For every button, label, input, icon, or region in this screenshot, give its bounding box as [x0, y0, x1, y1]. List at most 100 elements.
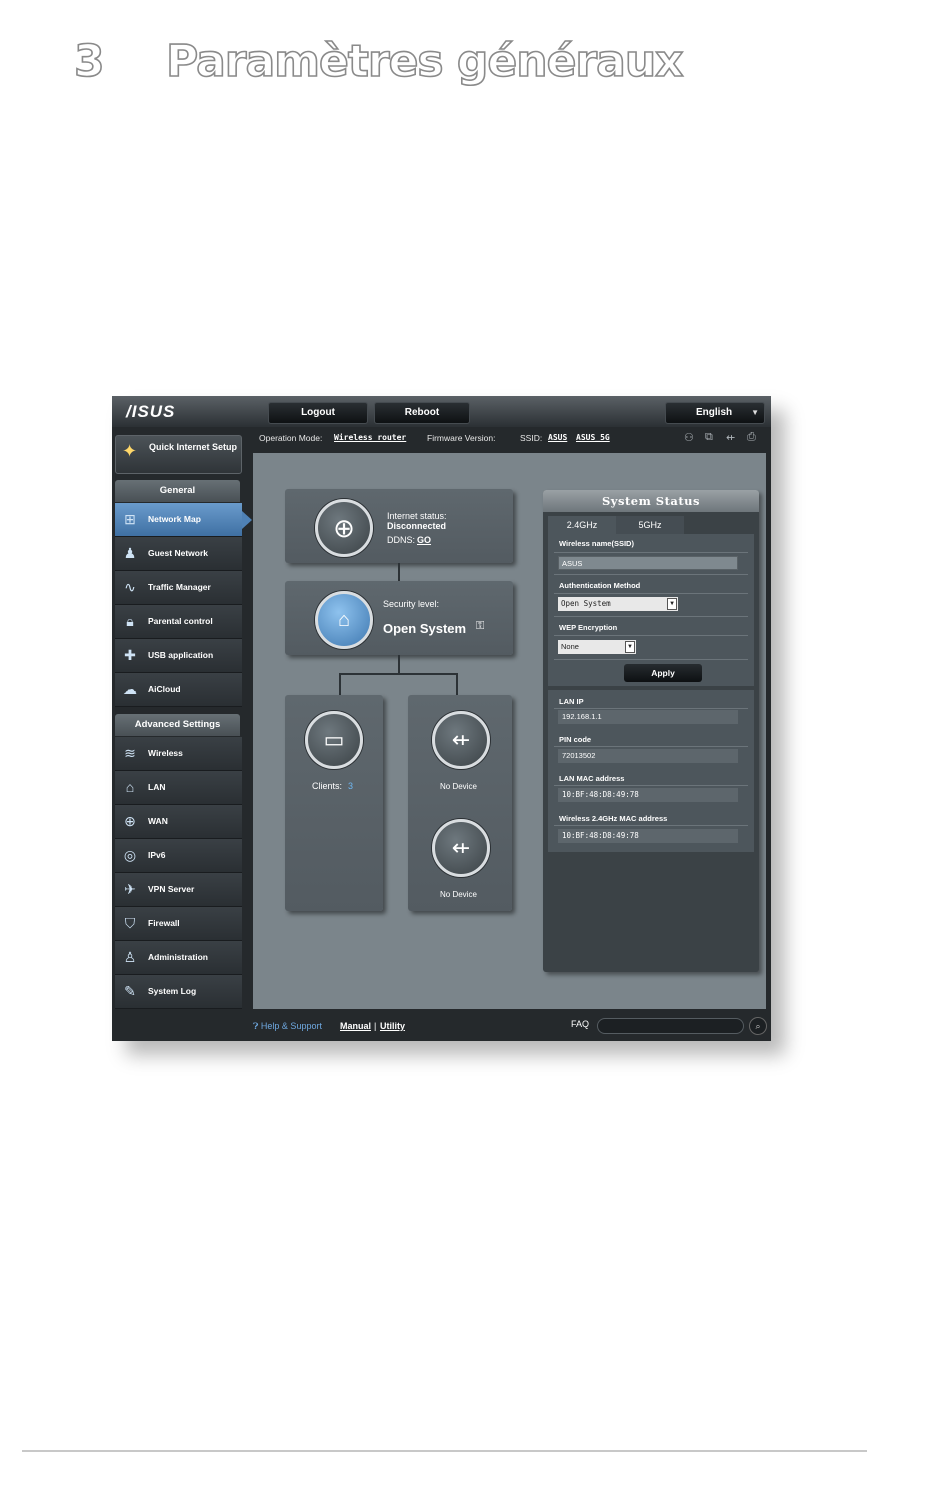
- search-icon[interactable]: ⌕: [749, 1017, 767, 1035]
- general-header: General: [115, 480, 240, 502]
- divider: [554, 635, 748, 636]
- wep-encryption-select[interactable]: None ▼: [558, 640, 636, 654]
- connector-line: [339, 673, 341, 695]
- globe-icon: ⊕: [315, 499, 373, 557]
- reboot-button[interactable]: Reboot: [374, 402, 470, 424]
- sidebar-item-label: LAN: [148, 782, 166, 792]
- faq-search-input[interactable]: [597, 1018, 744, 1034]
- manual-link[interactable]: Manual: [340, 1021, 371, 1031]
- sidebar-item-traffic-manager[interactable]: ∿ Traffic Manager: [115, 571, 242, 605]
- traffic-manager-icon: ∿: [124, 579, 136, 595]
- connector-line: [398, 655, 400, 673]
- vpn-icon: ✈: [124, 881, 136, 897]
- lan-mac-label: LAN MAC address: [559, 774, 625, 783]
- tab-5ghz[interactable]: 5GHz: [616, 516, 684, 534]
- sidebar-item-label: Network Map: [148, 514, 201, 524]
- system-info-panel: LAN IP 192.168.1.1 PIN code 72013502 LAN…: [548, 690, 754, 852]
- wep-encryption-label: WEP Encryption: [559, 623, 618, 632]
- tab-2-4ghz[interactable]: 2.4GHz: [548, 516, 616, 534]
- connector-line: [456, 673, 458, 695]
- logout-button[interactable]: Logout: [268, 402, 368, 424]
- sidebar-item-wan[interactable]: ⊕ WAN: [115, 805, 242, 839]
- divider: [554, 825, 748, 826]
- divider: [554, 746, 748, 747]
- usb-status-2: No Device: [440, 890, 477, 899]
- cloud-home-icon: ☁: [123, 681, 137, 697]
- security-level-value: Open System: [383, 621, 467, 636]
- pin-code-value: 72013502: [558, 749, 738, 763]
- chapter-title: Paramètres généraux: [165, 35, 684, 88]
- sidebar-item-label: AiCloud: [148, 684, 181, 694]
- sidebar-item-firewall[interactable]: ⛉ Firewall: [115, 907, 242, 941]
- apply-button[interactable]: Apply: [624, 664, 702, 682]
- puzzle-icon: ✚: [124, 647, 136, 663]
- divider: [554, 659, 748, 660]
- bottom-bar: ❓︎ Help & Support Manual | Utility FAQ ⌕: [253, 1016, 771, 1038]
- chevron-down-icon: ▼: [667, 598, 677, 610]
- ssid-input[interactable]: ASUS: [558, 556, 738, 570]
- faq-label: FAQ: [571, 1019, 590, 1029]
- router-card[interactable]: ⌂ Security level: Open System ⚿: [285, 581, 513, 655]
- copy-icon[interactable]: ⧉: [705, 431, 713, 444]
- ddns-link[interactable]: GO: [417, 535, 431, 545]
- usb-card[interactable]: ⇷ No Device ⇷ No Device: [408, 695, 512, 911]
- system-status-panel: System Status 2.4GHz 5GHz Wireless name(…: [543, 490, 759, 972]
- unlocked-icon: ⚿: [476, 620, 485, 632]
- globe-icon: ⊕: [124, 813, 136, 829]
- sidebar-item-aicloud[interactable]: ☁ AiCloud: [115, 673, 242, 707]
- router-icon: ⌂: [315, 591, 373, 649]
- sidebar-item-vpn-server[interactable]: ✈ VPN Server: [115, 873, 242, 907]
- operation-mode-link[interactable]: Wireless router: [334, 433, 406, 442]
- sidebar-item-administration[interactable]: ♙ Administration: [115, 941, 242, 975]
- router-screenshot: /ISUS Logout Reboot English ▼ Operation …: [112, 396, 771, 1041]
- divider: [554, 574, 748, 575]
- lan-ip-label: LAN IP: [559, 697, 584, 706]
- sidebar-item-label: VPN Server: [148, 884, 195, 894]
- utility-link[interactable]: Utility: [380, 1021, 405, 1031]
- pin-code-label: PIN code: [559, 735, 592, 744]
- ssid-field-label: Wireless name(SSID): [559, 539, 634, 548]
- sidebar-item-wireless[interactable]: ≋ Wireless: [115, 737, 242, 771]
- clients-icon[interactable]: ⚇: [684, 431, 694, 444]
- sidebar-item-parental-control[interactable]: 🔒︎ Parental control: [115, 605, 242, 639]
- wireless-settings-panel: Wireless name(SSID) ASUS Authentication …: [548, 534, 754, 686]
- help-support-link[interactable]: ❓︎ Help & Support: [253, 1021, 322, 1032]
- clients-label: Clients:: [312, 781, 343, 791]
- sidebar-item-label: IPv6: [148, 850, 166, 860]
- guest-network-icon: ♟: [123, 545, 137, 561]
- ssid-link-2[interactable]: ASUS_5G: [576, 433, 610, 442]
- printer-icon[interactable]: ⎙: [747, 431, 756, 444]
- language-label: English: [696, 407, 733, 418]
- clients-card[interactable]: ▭ Clients: 3: [285, 695, 383, 911]
- shield-icon: ⛉: [124, 915, 136, 931]
- internet-card[interactable]: ⊕ Internet status: Disconnected DDNS: GO: [285, 489, 513, 563]
- internet-status-label: Internet status:: [387, 511, 447, 521]
- help-icon: ❓︎: [253, 1021, 261, 1031]
- network-map-icon: ⊞: [124, 511, 136, 527]
- auth-method-select[interactable]: Open System ▼: [558, 597, 678, 611]
- chapter-heading: 3 Paramètres généraux: [73, 35, 684, 88]
- footer-rule: [22, 1450, 867, 1452]
- sidebar-item-lan[interactable]: ⌂ LAN: [115, 771, 242, 805]
- firmware-label: Firmware Version:: [427, 433, 496, 443]
- advanced-settings-header: Advanced Settings: [115, 714, 240, 736]
- wep-encryption-value: None: [561, 642, 579, 651]
- ipv6-icon: ◎: [123, 847, 137, 863]
- sidebar-item-system-log[interactable]: ✎ System Log: [115, 975, 242, 1009]
- wifi-icon: ≋: [124, 745, 136, 761]
- security-level-label: Security level:: [383, 599, 440, 609]
- usb-icon[interactable]: ⇷: [726, 431, 735, 444]
- quick-internet-setup[interactable]: ✦ Quick Internet Setup: [115, 435, 242, 474]
- magic-wand-icon: ✦: [122, 441, 138, 461]
- language-select[interactable]: English ▼: [665, 402, 765, 424]
- clients-count: 3: [348, 781, 354, 791]
- chevron-down-icon: ▼: [751, 408, 759, 417]
- sidebar-item-ipv6[interactable]: ◎ IPv6: [115, 839, 242, 873]
- sidebar-item-network-map[interactable]: ⊞ Network Map: [115, 503, 252, 537]
- internet-status-value: Disconnected: [387, 521, 447, 531]
- sidebar-item-guest-network[interactable]: ♟ Guest Network: [115, 537, 242, 571]
- sidebar-item-usb-application[interactable]: ✚ USB application: [115, 639, 242, 673]
- home-icon: ⌂: [125, 779, 135, 795]
- ssid-link-1[interactable]: ASUS: [548, 433, 567, 442]
- chapter-number: 3: [73, 35, 105, 88]
